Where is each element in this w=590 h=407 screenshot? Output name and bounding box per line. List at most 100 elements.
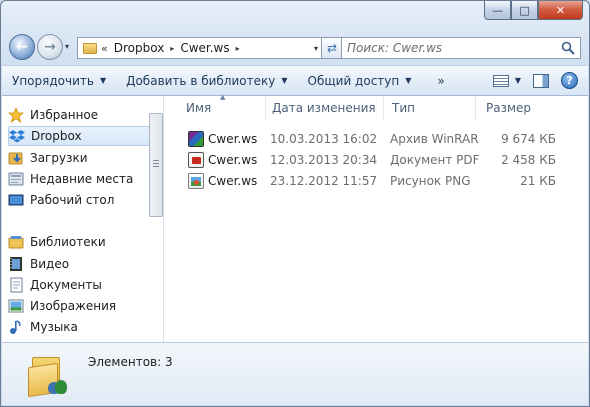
nav-item-music[interactable]: Музыка: [8, 317, 150, 337]
file-type: Архив WinRAR: [390, 132, 479, 146]
navpane-scrollbar[interactable]: [149, 113, 163, 217]
file-name: Cwer.ws: [208, 174, 258, 188]
close-button[interactable]: ✕: [538, 1, 583, 20]
nav-libraries[interactable]: Библиотеки: [8, 232, 150, 252]
nav-item-desktop[interactable]: Рабочий стол: [8, 190, 150, 210]
file-type: Документ PDF: [390, 153, 480, 167]
nav-item-dropbox[interactable]: Dropbox: [8, 126, 150, 146]
add-to-library-label: Добавить в библиотеку: [126, 73, 276, 88]
nav-item-label: Dropbox: [31, 129, 82, 143]
chevron-down-icon: ▼: [514, 76, 521, 85]
scrollbar-grip[interactable]: [153, 160, 159, 168]
file-name: Cwer.ws: [208, 132, 258, 146]
pdf-document-icon: [188, 152, 204, 168]
nav-item-downloads[interactable]: Загрузки: [8, 148, 150, 168]
item-count: Элементов: 3: [88, 355, 173, 369]
file-row[interactable]: Cwer.ws 10.03.2013 16:02 Архив WinRAR 9 …: [184, 129, 564, 149]
breadcrumb-dropbox[interactable]: Dropbox: [111, 41, 168, 55]
nav-item-label: Музыка: [30, 320, 78, 334]
back-button[interactable]: ←: [9, 34, 35, 60]
forward-button[interactable]: →: [37, 34, 63, 60]
change-view-button[interactable]: ▼: [492, 74, 521, 87]
nav-item-pictures[interactable]: Изображения: [8, 296, 150, 316]
nav-item-label: Рабочий стол: [30, 193, 115, 207]
breadcrumb-separator[interactable]: ▸: [233, 44, 243, 53]
downloads-folder-icon: [8, 150, 24, 166]
toolbar-right-group: ▼ ?: [492, 72, 588, 89]
file-date: 10.03.2013 16:02: [270, 132, 378, 146]
more-commands-label: »: [437, 73, 445, 88]
nav-item-label: Загрузки: [30, 151, 88, 165]
video-icon: [8, 256, 24, 272]
column-header-label: Дата изменения: [272, 101, 376, 115]
png-image-icon: [188, 173, 204, 189]
dropbox-icon: [9, 128, 25, 144]
nav-libraries-label: Библиотеки: [30, 235, 106, 249]
nav-item-video[interactable]: Видео: [8, 254, 150, 274]
column-header-type[interactable]: Тип: [382, 96, 476, 120]
search-input[interactable]: Поиск: Cwer.ws: [342, 41, 559, 55]
file-size: 9 674 КБ: [501, 132, 556, 146]
folder-icon: [83, 42, 97, 54]
nav-item-label: Видео: [30, 257, 70, 271]
breadcrumb-overflow-chevron[interactable]: «: [101, 42, 108, 55]
more-commands-button[interactable]: »: [421, 65, 460, 96]
chevron-down-icon: ▼: [99, 76, 107, 85]
star-icon: [8, 107, 24, 123]
file-size: 21 КБ: [520, 174, 556, 188]
content-area: Избранное Dropbox Загрузки Недавние мест…: [2, 93, 588, 342]
file-name: Cwer.ws: [208, 153, 258, 167]
organize-menu-button[interactable]: Упорядочить ▼: [2, 65, 116, 96]
music-note-icon: [8, 319, 24, 335]
nav-item-label: Документы: [30, 278, 102, 292]
desktop-icon: [8, 192, 24, 208]
nav-favorites[interactable]: Избранное: [8, 105, 150, 125]
caption-buttons: — □ ✕: [484, 1, 583, 20]
details-pane: Элементов: 3: [2, 342, 588, 405]
nav-item-recent-places[interactable]: Недавние места: [8, 169, 150, 189]
refresh-button[interactable]: ⇄: [321, 37, 343, 59]
winrar-archive-icon: [188, 131, 204, 147]
organize-label: Упорядочить: [12, 73, 94, 88]
file-row[interactable]: Cwer.ws 23.12.2012 11:57 Рисунок PNG 21 …: [184, 171, 564, 191]
recent-pages-dropdown[interactable]: ▾: [65, 42, 69, 51]
sort-ascending-icon: ▲: [220, 93, 226, 101]
share-with-button[interactable]: Общий доступ ▼: [298, 65, 422, 96]
help-icon[interactable]: ?: [561, 72, 578, 89]
minimize-button[interactable]: —: [484, 1, 511, 20]
add-to-library-button[interactable]: Добавить в библиотеку ▼: [116, 65, 297, 96]
column-header-label: Имя: [186, 101, 212, 115]
command-bar: Упорядочить ▼ Добавить в библиотеку ▼ Об…: [2, 65, 588, 96]
column-header-label: Тип: [392, 101, 415, 115]
column-header-name[interactable]: ▲ Имя: [176, 93, 266, 120]
navigation-bar: ← → ▾ « Dropbox ▸ Cwer.ws ▸ ▾ ⇄ Поиск: C…: [7, 32, 585, 62]
chevron-down-icon: ▼: [281, 76, 288, 85]
explorer-window: — □ ✕ ← → ▾ « Dropbox ▸ Cwer.ws ▸ ▾ ⇄ По…: [0, 0, 590, 407]
nav-item-label: Изображения: [30, 299, 117, 313]
preview-pane-icon[interactable]: [533, 73, 549, 88]
nav-item-label: Недавние места: [30, 172, 134, 186]
chevron-down-icon: ▼: [405, 76, 412, 85]
navigation-pane: Избранное Dropbox Загрузки Недавние мест…: [2, 96, 164, 342]
search-icon[interactable]: [559, 39, 577, 57]
nav-item-documents[interactable]: Документы: [8, 275, 150, 295]
share-with-label: Общий доступ: [307, 73, 400, 88]
file-row[interactable]: Cwer.ws 12.03.2013 20:34 Документ PDF 2 …: [184, 150, 564, 170]
file-date: 12.03.2013 20:34: [270, 153, 378, 167]
libraries-icon: [8, 234, 24, 250]
shared-folder-icon: [28, 351, 70, 398]
breadcrumb-cwer-ws[interactable]: Cwer.ws: [177, 41, 232, 55]
file-date: 23.12.2012 11:57: [270, 174, 378, 188]
users-icon: [48, 377, 68, 395]
maximize-button[interactable]: □: [511, 1, 538, 20]
breadcrumb-separator[interactable]: ▸: [167, 44, 177, 53]
search-box[interactable]: Поиск: Cwer.ws: [341, 37, 581, 59]
file-size: 2 458 КБ: [501, 153, 556, 167]
column-header-size[interactable]: Размер: [476, 96, 572, 120]
documents-icon: [8, 277, 24, 293]
column-header-date[interactable]: Дата изменения: [262, 96, 384, 120]
column-header-label: Размер: [486, 101, 532, 115]
address-bar[interactable]: « Dropbox ▸ Cwer.ws ▸ ▾: [77, 37, 325, 59]
nav-favorites-label: Избранное: [30, 108, 99, 122]
file-type: Рисунок PNG: [390, 174, 471, 188]
